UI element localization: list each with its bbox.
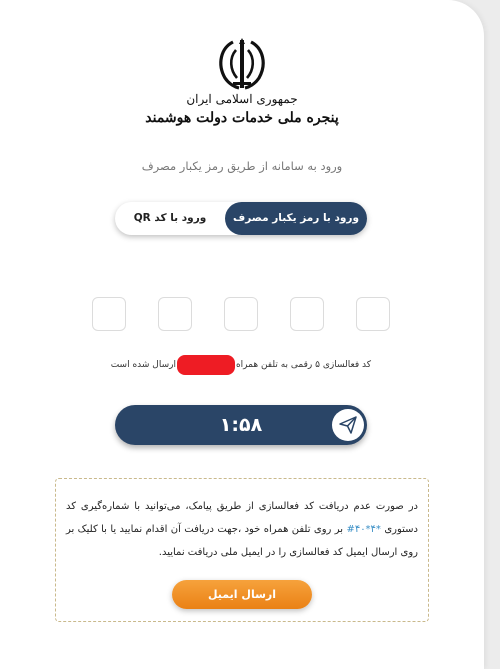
- otp-digit-2[interactable]: [290, 297, 324, 331]
- portal-title: پنجره ملی خدمات دولت هوشمند: [145, 110, 339, 126]
- ussd-code: #۴۰*۴*: [346, 524, 381, 535]
- sms-sent-suffix: ارسال شده است: [110, 360, 176, 370]
- countdown-submit-button[interactable]: ۱:۵۸: [115, 405, 367, 445]
- otp-digit-5[interactable]: [92, 297, 126, 331]
- sms-sent-message: کد فعالسازی ۵ رقمی به تلفن همراه ارسال ش…: [111, 355, 371, 375]
- send-code-button[interactable]: [332, 409, 364, 441]
- login-card: جمهوری اسلامی ایران پنجره ملی خدمات دولت…: [0, 0, 484, 669]
- otp-digit-3[interactable]: [224, 297, 258, 331]
- tab-qr-login[interactable]: ورود با کد QR: [115, 202, 225, 235]
- login-method-toggle: ورود با کد QR ورود با رمز یکبار مصرف: [115, 202, 367, 235]
- sms-fallback-notice: در صورت عدم دریافت کد فعالسازی از طریق پ…: [55, 478, 429, 622]
- send-email-button[interactable]: ارسال ایمیل: [172, 580, 312, 609]
- portal-country-name: جمهوری اسلامی ایران: [186, 92, 298, 106]
- login-subtitle: ورود به سامانه از طریق رمز یکبار مصرف: [141, 159, 343, 173]
- paper-plane-icon: [339, 416, 357, 434]
- countdown-timer: ۱:۵۸: [219, 414, 263, 436]
- iran-emblem-icon: [219, 38, 265, 90]
- tab-otp-login[interactable]: ورود با رمز یکبار مصرف: [225, 202, 367, 235]
- otp-digit-1[interactable]: [356, 297, 390, 331]
- otp-digit-4[interactable]: [158, 297, 192, 331]
- sms-sent-prefix: کد فعالسازی ۵ رقمی به تلفن همراه: [235, 360, 371, 370]
- notice-text: در صورت عدم دریافت کد فعالسازی از طریق پ…: [66, 495, 418, 564]
- redacted-phone-number: [176, 355, 235, 375]
